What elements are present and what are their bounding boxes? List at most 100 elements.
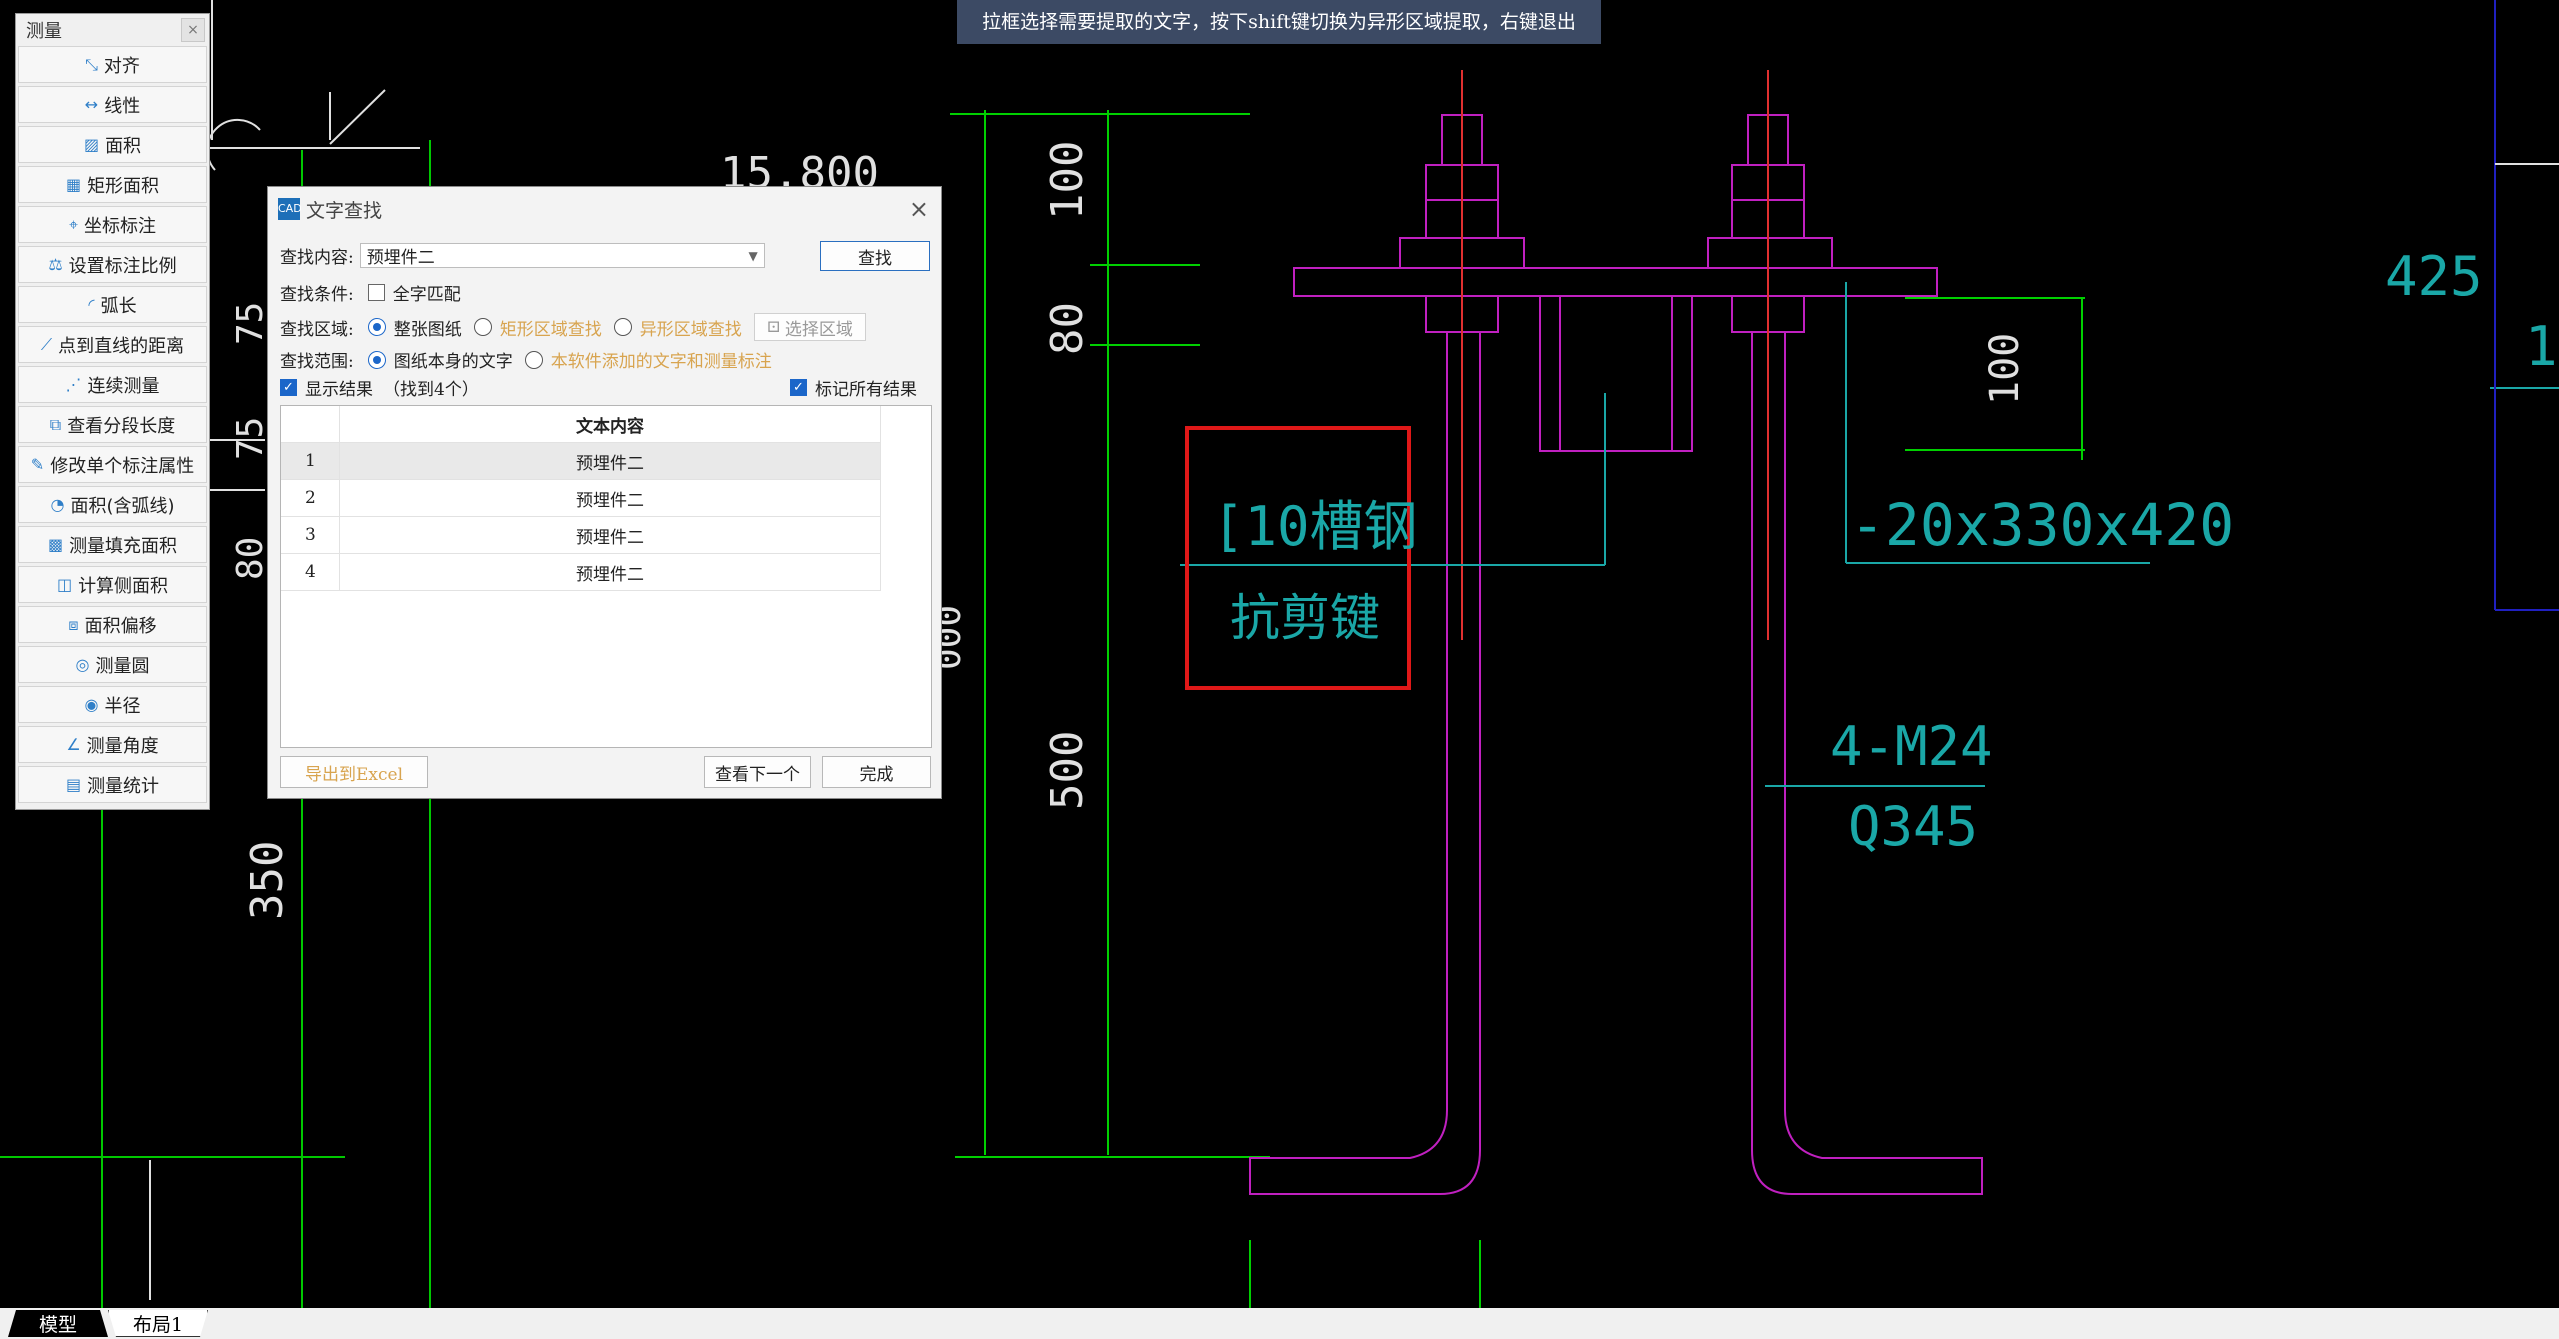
palette-item-label: 线性: [104, 95, 141, 117]
table-row[interactable]: 3 预埋件二: [281, 516, 881, 554]
table-row[interactable]: 4 预埋件二: [281, 553, 881, 591]
palette-item-label: 测量角度: [86, 735, 159, 757]
chevron-down-icon[interactable]: ▼: [749, 249, 758, 263]
dialog-close-icon[interactable]: ×: [909, 195, 929, 223]
scope-drawing-radio[interactable]: [367, 350, 386, 369]
palette-item-16[interactable]: ◉ 半径: [18, 686, 207, 723]
plate-label: -20x330x420: [1850, 491, 2234, 559]
table-corner: [281, 406, 340, 443]
find-button[interactable]: 查找: [820, 241, 930, 271]
shear-key-label: 抗剪键: [1230, 589, 1380, 647]
palette-item-7[interactable]: ⟋ 点到直线的距离: [18, 326, 207, 363]
palette-item-label: 测量圆: [95, 655, 150, 677]
whole-word-checkbox[interactable]: [367, 284, 385, 301]
row-number: 3: [281, 516, 340, 554]
palette-item-6[interactable]: ◜ 弧长: [18, 286, 207, 323]
palette-item-label: 计算侧面积: [78, 575, 169, 597]
area-irregular-label: 异形区域查找: [639, 319, 742, 340]
area-rect-radio[interactable]: [473, 318, 492, 336]
layout-tabs: 模型 布局1: [0, 1308, 2559, 1339]
scale-icon: ⚖: [48, 255, 63, 274]
palette-item-12[interactable]: ▩ 测量填充面积: [18, 526, 207, 563]
palette-item-label: 面积(含弧线): [70, 495, 175, 517]
search-highlight-box: [1185, 426, 1411, 690]
search-content-value: 预埋件二: [366, 248, 435, 268]
palette-item-5[interactable]: ⚖ 设置标注比例: [18, 246, 207, 283]
align-measure-icon: ⤡: [85, 54, 98, 74]
palette-item-8[interactable]: ⋰ 连续测量: [18, 366, 207, 403]
palette-item-label: 半径: [104, 695, 141, 717]
search-content-combo[interactable]: 预埋件二 ▼: [359, 243, 765, 268]
palette-item-13[interactable]: ◫ 计算侧面积: [18, 566, 207, 603]
select-area-icon: ⊡: [766, 317, 781, 337]
palette-item-label: 修改单个标注属性: [50, 455, 195, 477]
palette-item-15[interactable]: ◎ 测量圆: [18, 646, 207, 683]
show-results-label: 显示结果: [305, 380, 373, 400]
palette-item-label: 点到直线的距离: [58, 335, 185, 357]
mark-all-checkbox[interactable]: ✓: [790, 379, 807, 396]
dialog-titlebar[interactable]: CAD 文字查找: [278, 196, 382, 222]
area-label: 查找区域:: [280, 319, 354, 340]
area-icon: ▨: [83, 135, 100, 154]
command-hint-banner: 拉框选择需要提取的文字，按下shift键切换为异形区域提取，右键退出: [957, 0, 1601, 44]
table-row[interactable]: 1 预埋件二: [281, 442, 881, 480]
app-icon: CAD: [278, 198, 302, 220]
view-next-button[interactable]: 查看下一个: [704, 756, 811, 788]
right-label-1: 425: [2385, 245, 2483, 308]
palette-close-icon[interactable]: ×: [181, 18, 205, 42]
radius-icon: ◉: [84, 695, 99, 714]
row-number: 1: [281, 442, 340, 480]
area-offset-icon: ⧈: [68, 614, 79, 634]
palette-header[interactable]: 测量 ×: [16, 14, 209, 46]
select-area-button[interactable]: ⊡ 选择区域: [753, 313, 866, 341]
measure-palette: 测量 × ⤡ 对齐 ↔ 线性 ▨ 面积 ▦ 矩形面积 ⌖ 坐标标注 ⚖ 设置标注比例 ◜ 弧长 ⟋ 点到直线的…: [15, 13, 210, 810]
circle-measure-icon: ◎: [75, 655, 90, 674]
select-area-label: 选择区域: [784, 319, 853, 340]
palette-item-10[interactable]: ✎ 修改单个标注属性: [18, 446, 207, 483]
fill-area-icon: ▩: [47, 535, 64, 554]
palette-item-1[interactable]: ↔ 线性: [18, 86, 207, 123]
palette-item-label: 矩形面积: [87, 175, 160, 197]
done-button[interactable]: 完成: [822, 756, 931, 788]
right-label-2: 1.: [2525, 315, 2559, 378]
palette-item-4[interactable]: ⌖ 坐标标注: [18, 206, 207, 243]
export-excel-button[interactable]: 导出到Excel: [280, 756, 428, 788]
results-table[interactable]: 文本内容 1 预埋件二 2 预埋件二 3 预埋件二 4 预埋件二: [280, 405, 932, 748]
tab-model[interactable]: 模型: [8, 1310, 108, 1337]
area-whole-label: 整张图纸: [393, 319, 462, 340]
steel-grade-label: Q345: [1848, 795, 1978, 858]
palette-item-0[interactable]: ⤡ 对齐: [18, 46, 207, 83]
palette-title: 测量: [26, 21, 62, 42]
table-row[interactable]: 2 预埋件二: [281, 479, 881, 517]
row-text: 预埋件二: [339, 442, 881, 480]
row-number: 4: [281, 553, 340, 591]
palette-item-17[interactable]: ∠ 测量角度: [18, 726, 207, 763]
rect-area-icon: ▦: [65, 175, 82, 194]
arc-area-icon: ◔: [50, 495, 65, 514]
coordinate-icon: ⌖: [68, 214, 78, 234]
palette-item-14[interactable]: ⧈ 面积偏移: [18, 606, 207, 643]
palette-item-label: 设置标注比例: [68, 255, 177, 277]
palette-item-18[interactable]: ▤ 测量统计: [18, 766, 207, 803]
palette-item-11[interactable]: ◔ 面积(含弧线): [18, 486, 207, 523]
palette-item-label: 面积: [105, 135, 142, 157]
dialog-title: 文字查找: [306, 199, 383, 222]
palette-item-2[interactable]: ▨ 面积: [18, 126, 207, 163]
arc-length-icon: ◜: [88, 295, 95, 314]
dim-left-1: 75: [230, 302, 271, 345]
scope-added-radio[interactable]: [524, 350, 543, 369]
row-text: 预埋件二: [339, 553, 881, 591]
area-whole-radio[interactable]: [367, 318, 386, 336]
palette-item-3[interactable]: ▦ 矩形面积: [18, 166, 207, 203]
area-irregular-radio[interactable]: [613, 318, 632, 336]
palette-item-9[interactable]: ⧉ 查看分段长度: [18, 406, 207, 443]
dim-center-2: 80: [1042, 302, 1093, 355]
tab-layout1[interactable]: 布局1: [108, 1310, 208, 1337]
search-content-label: 查找内容:: [280, 248, 354, 268]
text-find-dialog: CAD 文字查找 × 查找内容: 预埋件二 ▼ 查找 查找条件: 全字匹配 查找…: [267, 186, 942, 799]
linear-measure-icon: ↔: [84, 95, 99, 114]
dim-left-4: 350: [242, 841, 293, 920]
show-results-checkbox[interactable]: ✓: [280, 379, 297, 396]
palette-item-label: 连续测量: [87, 375, 160, 397]
statistics-icon: ▤: [65, 775, 82, 794]
